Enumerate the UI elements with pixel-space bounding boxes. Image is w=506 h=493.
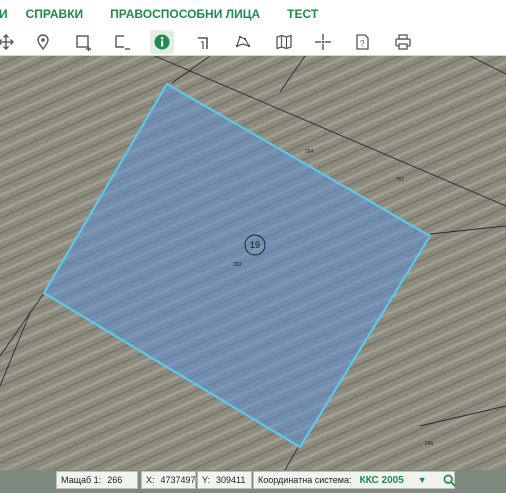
crs-dropdown-arrow-icon[interactable]: ▼: [418, 475, 427, 485]
measure-area-icon: [233, 33, 251, 51]
x-label: X:: [146, 475, 155, 485]
select-area-icon: [74, 33, 92, 51]
menu-item-references[interactable]: СПРАВКИ: [26, 7, 84, 21]
info-button[interactable]: [150, 30, 174, 54]
x-coordinate-box: X: 4737497: [141, 471, 196, 489]
map-layers-button[interactable]: [272, 30, 296, 54]
map-canvas[interactable]: 19 264 767 263 246: [0, 56, 506, 470]
info-icon: [153, 33, 171, 51]
help-button[interactable]: ?: [350, 30, 374, 54]
top-menu: И СПРАВКИ ПРАВОСПОСОБНИ ЛИЦА ТЕСТ: [0, 0, 506, 28]
deselect-area-icon: [113, 33, 131, 51]
scale-value[interactable]: 266: [107, 475, 122, 485]
scale-label: Мащаб 1:: [61, 475, 102, 485]
location-button[interactable]: [31, 30, 55, 54]
help-document-icon: ?: [353, 33, 371, 51]
parcel-label-246: 246: [425, 441, 434, 447]
measure-distance-icon: [195, 33, 213, 51]
map-viewport[interactable]: 19 264 767 263 246: [0, 56, 506, 470]
crs-box: Координатна система: ККС 2005 ▼: [253, 471, 456, 489]
measure-area-button[interactable]: [230, 30, 254, 54]
deselect-area-button[interactable]: [110, 30, 134, 54]
y-value: 309411: [216, 475, 246, 485]
parcel-label-264: 264: [305, 149, 314, 155]
crs-label: Координатна система:: [258, 475, 352, 485]
coordinates-crosshair-icon: [314, 33, 332, 51]
svg-text:?: ?: [360, 39, 365, 48]
menu-item-licensed-persons[interactable]: ПРАВОСПОСОБНИ ЛИЦА: [110, 7, 260, 21]
map-layers-icon: [275, 33, 293, 51]
scale-box: Мащаб 1: 266: [56, 471, 138, 489]
y-coordinate-box: Y: 309411: [197, 471, 252, 489]
parcel-number: 19: [250, 240, 260, 250]
print-icon: [394, 33, 412, 51]
menu-item-partial[interactable]: И: [0, 7, 8, 21]
coordinates-button[interactable]: [311, 30, 335, 54]
y-label: Y:: [202, 475, 211, 485]
pan-arrows-icon: [0, 33, 15, 51]
select-area-button[interactable]: [71, 30, 95, 54]
measure-distance-button[interactable]: [192, 30, 216, 54]
crs-select-value[interactable]: ККС 2005: [359, 475, 403, 486]
status-bar: Мащаб 1: 266 X: 4737497 Y: 309411 Коорди…: [0, 470, 506, 493]
x-value: 4737497: [160, 475, 196, 485]
print-button[interactable]: [391, 30, 415, 54]
map-toolbar: ?: [0, 28, 506, 56]
pan-button[interactable]: [0, 30, 18, 54]
parcel-label-767: 767: [396, 177, 405, 183]
search-icon[interactable]: [443, 474, 456, 487]
menu-item-test[interactable]: ТЕСТ: [287, 7, 318, 21]
location-pin-icon: [34, 33, 52, 51]
parcel-label-263: 263: [233, 262, 242, 268]
